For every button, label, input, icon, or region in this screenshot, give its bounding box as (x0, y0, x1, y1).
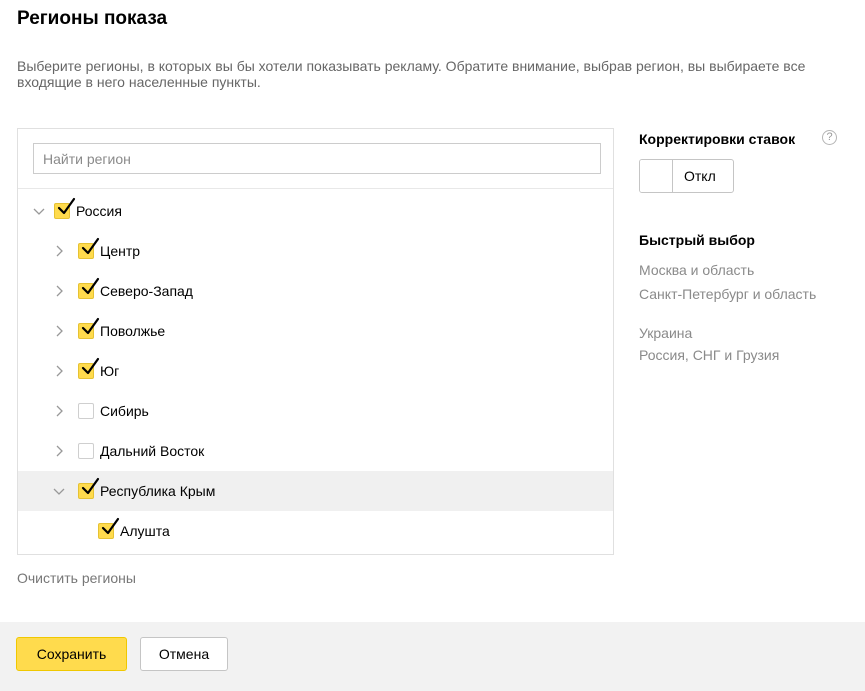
region-checkbox[interactable] (78, 237, 100, 259)
tree-row[interactable]: Сибирь (18, 391, 613, 431)
cancel-button[interactable]: Отмена (140, 637, 228, 671)
page-description: Выберите регионы, в которых вы бы хотели… (17, 58, 806, 90)
tree-row[interactable]: Северо-Запад (18, 271, 613, 311)
chevron-right-icon[interactable] (52, 244, 66, 258)
region-label: Центр (100, 243, 141, 259)
save-button[interactable]: Сохранить (16, 637, 127, 671)
region-label: Поволжье (100, 323, 166, 339)
region-label: Республика Крым (100, 483, 216, 499)
toggle-label: Откл (684, 168, 716, 184)
region-label: Северо-Запад (100, 283, 193, 299)
page-title: Регионы показа (17, 8, 168, 29)
chevron-right-icon[interactable] (52, 324, 66, 338)
quick-select-item[interactable]: Москва и область (639, 262, 829, 278)
quick-select-item[interactable]: Санкт-Петербург и область (639, 286, 829, 302)
region-tree-panel: Россия Центр Северо-Запад Поволжье Юг Сибирь Д… (17, 128, 614, 555)
dialog-footer: Сохранить Отмена (0, 622, 865, 691)
tree-row[interactable]: Юг (18, 351, 613, 391)
checkmark-icon (81, 317, 100, 335)
help-icon[interactable]: ? (822, 130, 837, 145)
region-search-input[interactable] (33, 143, 601, 174)
region-checkbox[interactable] (78, 403, 94, 419)
checkmark-icon (81, 277, 100, 295)
chevron-down-icon[interactable] (52, 484, 66, 498)
checkmark-icon (81, 357, 100, 375)
region-checkbox[interactable] (78, 443, 94, 459)
quick-select-item[interactable]: Украина (639, 325, 829, 341)
checkmark-icon (57, 197, 76, 215)
region-label: Россия (76, 203, 122, 219)
bid-adjustments-toggle[interactable]: Откл (639, 159, 734, 193)
chevron-right-icon[interactable] (52, 404, 66, 418)
checkmark-icon (81, 477, 100, 495)
region-checkbox[interactable] (78, 477, 100, 499)
region-checkbox[interactable] (54, 197, 76, 219)
tree-row[interactable]: Центр (18, 231, 613, 271)
region-checkbox[interactable] (78, 357, 100, 379)
region-label: Юг (100, 363, 120, 379)
quick-select-item[interactable]: Россия, СНГ и Грузия (639, 347, 829, 363)
bid-adjustments-title: Корректировки ставок (639, 131, 796, 147)
tree-row[interactable]: Республика Крым (18, 471, 613, 511)
checkmark-icon (81, 237, 100, 255)
regions-dialog: Регионы показа Выберите регионы, в котор… (0, 0, 865, 691)
tree-row[interactable]: Россия (18, 191, 613, 231)
toggle-knob[interactable] (640, 160, 673, 192)
checkmark-icon (101, 517, 120, 535)
clear-regions-link[interactable]: Очистить регионы (17, 570, 136, 586)
chevron-right-icon[interactable] (52, 284, 66, 298)
region-checkbox[interactable] (78, 317, 100, 339)
chevron-right-icon[interactable] (52, 364, 66, 378)
tree-row[interactable]: Алушта (18, 511, 613, 551)
chevron-down-icon[interactable] (32, 204, 46, 218)
divider (18, 188, 613, 189)
region-label: Сибирь (100, 403, 149, 419)
tree-row[interactable]: Поволжье (18, 311, 613, 351)
chevron-right-icon[interactable] (52, 444, 66, 458)
region-label: Алушта (120, 523, 170, 539)
region-checkbox[interactable] (78, 277, 100, 299)
quick-select-title: Быстрый выбор (639, 232, 755, 248)
region-label: Дальний Восток (100, 443, 205, 459)
tree-row[interactable]: Дальний Восток (18, 431, 613, 471)
region-checkbox[interactable] (98, 517, 120, 539)
